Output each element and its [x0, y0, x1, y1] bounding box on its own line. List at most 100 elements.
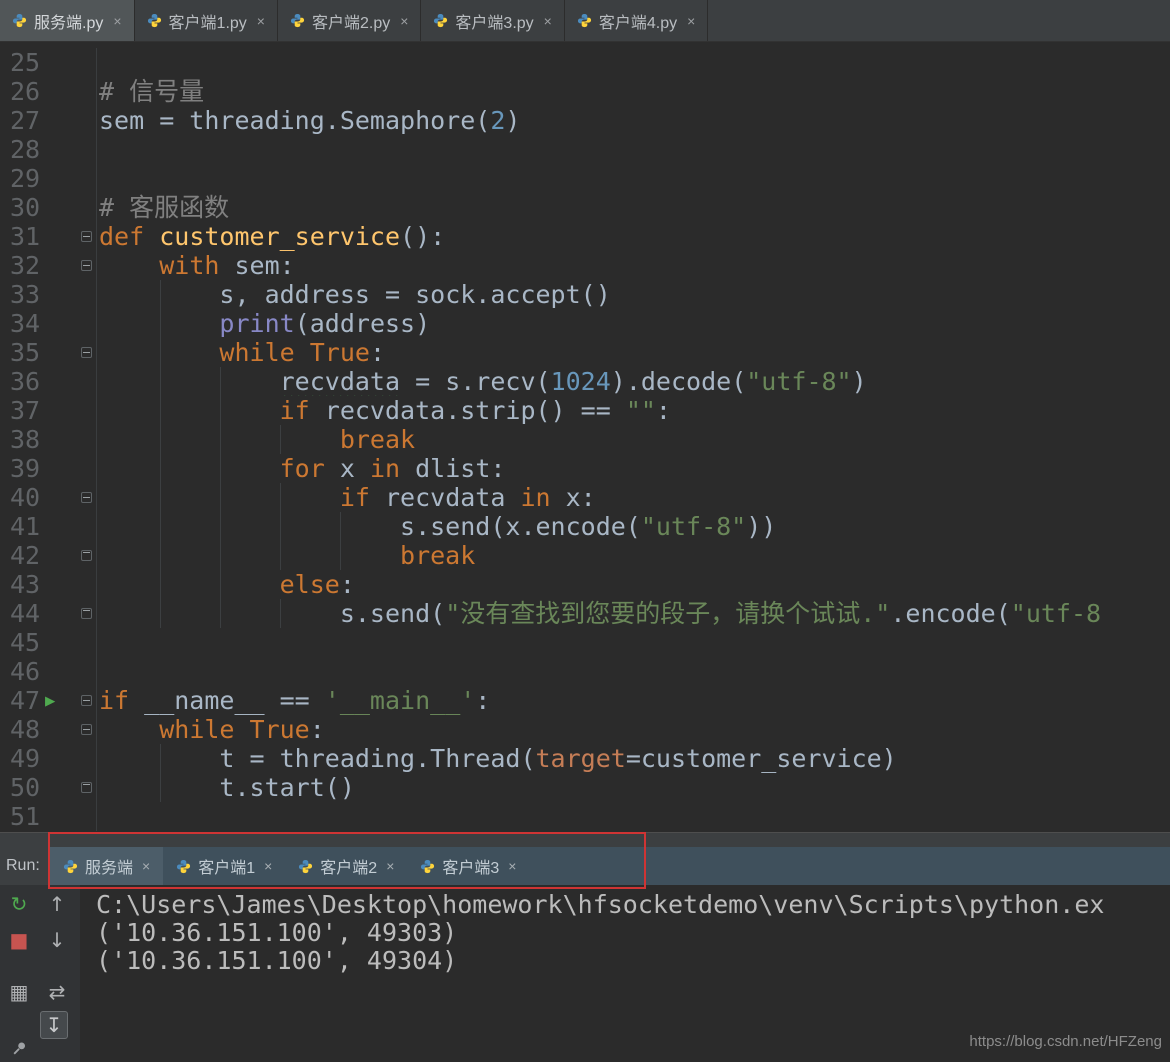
fold-open-icon[interactable]: [81, 347, 92, 358]
close-icon[interactable]: ×: [142, 858, 150, 874]
code-line: 32 with sem:: [0, 251, 1170, 280]
code-line: 26 # 信号量: [0, 77, 1170, 106]
python-icon: [176, 859, 191, 874]
code-text[interactable]: [97, 135, 1170, 164]
line-number: 30: [10, 193, 40, 222]
soft-wrap-icon[interactable]: ⇄: [44, 979, 70, 1005]
close-icon[interactable]: ×: [400, 13, 408, 29]
gutter: 43: [0, 570, 97, 599]
down-icon[interactable]: ↓: [44, 927, 70, 953]
fold-open-icon[interactable]: [81, 695, 92, 706]
code-text[interactable]: [97, 657, 1170, 686]
code-text[interactable]: recvdata = s.recv(1024).decode("utf-8"): [97, 367, 1170, 396]
editor-tab[interactable]: 服务端.py×: [0, 0, 135, 41]
code-token: while: [159, 715, 249, 744]
code-text[interactable]: print(address): [97, 309, 1170, 338]
gutter: 42: [0, 541, 97, 570]
run-tab[interactable]: 客户端2×: [285, 847, 407, 885]
line-number: 51: [10, 802, 40, 831]
code-text[interactable]: s.send("没有查找到您要的段子，请换个试试.".encode("utf-8: [97, 599, 1170, 628]
editor-tab[interactable]: 客户端3.py×: [421, 0, 564, 41]
code-text[interactable]: # 客服函数: [97, 193, 1170, 222]
fold-close-icon[interactable]: [81, 550, 92, 561]
close-icon[interactable]: ×: [113, 13, 121, 29]
close-icon[interactable]: ×: [386, 858, 394, 874]
fold-close-icon[interactable]: [81, 608, 92, 619]
run-tab[interactable]: 客户端1 ×: [163, 847, 285, 885]
run-line-icon[interactable]: ▶: [45, 687, 55, 716]
code-text[interactable]: break: [97, 541, 1170, 570]
editor-tab-label: 客户端2.py: [312, 9, 390, 33]
stop-icon[interactable]: ■: [6, 927, 32, 953]
line-number: 33: [10, 280, 40, 309]
up-icon[interactable]: ↑: [44, 891, 70, 917]
line-number: 26: [10, 77, 40, 106]
editor-tab[interactable]: 客户端1.py×: [135, 0, 278, 41]
code-text[interactable]: for x in dlist:: [97, 454, 1170, 483]
editor-tab[interactable]: 客户端2.py ×: [278, 0, 421, 41]
code-text[interactable]: t.start(): [97, 773, 1170, 802]
code-text[interactable]: s, address = sock.accept(): [97, 280, 1170, 309]
indent-guide: [160, 541, 161, 570]
scroll-to-end-icon[interactable]: ↧: [40, 1011, 68, 1039]
code-token: recvdata: [280, 367, 400, 396]
fold-open-icon[interactable]: [81, 231, 92, 242]
line-number: 46: [10, 657, 40, 686]
python-icon: [63, 859, 78, 874]
code-token: True: [310, 338, 370, 367]
code-text[interactable]: while True:: [97, 338, 1170, 367]
close-icon[interactable]: ×: [264, 858, 272, 874]
code-text[interactable]: # 信号量: [97, 77, 1170, 106]
code-token: if: [340, 483, 385, 512]
run-tab-label: 客户端1: [198, 854, 255, 878]
code-token: in: [520, 483, 565, 512]
code-text[interactable]: while True:: [97, 715, 1170, 744]
code-text[interactable]: with sem:: [97, 251, 1170, 280]
code-token: ():: [400, 222, 445, 251]
close-icon[interactable]: ×: [508, 858, 516, 874]
gutter: 41: [0, 512, 97, 541]
code-token: :: [340, 570, 355, 599]
code-text[interactable]: [97, 802, 1170, 831]
code-text[interactable]: if recvdata.strip() == "":: [97, 396, 1170, 425]
close-icon[interactable]: ×: [687, 13, 695, 29]
code-text[interactable]: [97, 164, 1170, 193]
code-text[interactable]: else:: [97, 570, 1170, 599]
code-token: with: [159, 251, 234, 280]
line-number: 45: [10, 628, 40, 657]
close-icon[interactable]: ×: [257, 13, 265, 29]
run-tab[interactable]: 服务端 ×: [50, 847, 163, 885]
run-tab[interactable]: 客户端3 ×: [407, 847, 529, 885]
code-text[interactable]: [97, 628, 1170, 657]
indent-guide: [220, 396, 221, 425]
code-text[interactable]: sem = threading.Semaphore(2): [97, 106, 1170, 135]
code-text[interactable]: s.send(x.encode("utf-8")): [97, 512, 1170, 541]
fold-close-icon[interactable]: [81, 782, 92, 793]
code-token: in: [370, 454, 415, 483]
code-token: .encode(: [890, 599, 1010, 628]
code-editor[interactable]: 2526# 信号量27sem = threading.Semaphore(2)2…: [0, 42, 1170, 832]
code-text[interactable]: if __name__ == '__main__':: [97, 686, 1170, 715]
code-text[interactable]: t = threading.Thread(target=customer_ser…: [97, 744, 1170, 773]
close-icon[interactable]: ×: [544, 13, 552, 29]
editor-tab[interactable]: 客户端4.py×: [565, 0, 708, 41]
run-tab-bar: 服务端×客户端1×客户端2×客户端3×: [50, 847, 1170, 885]
fold-open-icon[interactable]: [81, 724, 92, 735]
code-text[interactable]: [97, 48, 1170, 77]
code-line: 39 for x in dlist:: [0, 454, 1170, 483]
fold-open-icon[interactable]: [81, 260, 92, 271]
rerun-icon[interactable]: ↻: [6, 891, 32, 917]
gutter: 34: [0, 309, 97, 338]
code-line: 29: [0, 164, 1170, 193]
line-number: 36: [10, 367, 40, 396]
indent-guide: [160, 570, 161, 599]
code-text[interactable]: def customer_service():: [97, 222, 1170, 251]
code-text[interactable]: if recvdata in x:: [97, 483, 1170, 512]
code-text[interactable]: break: [97, 425, 1170, 454]
restore-layout-icon[interactable]: ▦: [6, 979, 32, 1005]
pin-icon[interactable]: [6, 1035, 32, 1061]
run-tab-label: 客户端3: [442, 854, 499, 878]
run-tab-label: 服务端: [85, 854, 133, 878]
code-token: = s.recv(: [400, 367, 551, 396]
fold-open-icon[interactable]: [81, 492, 92, 503]
